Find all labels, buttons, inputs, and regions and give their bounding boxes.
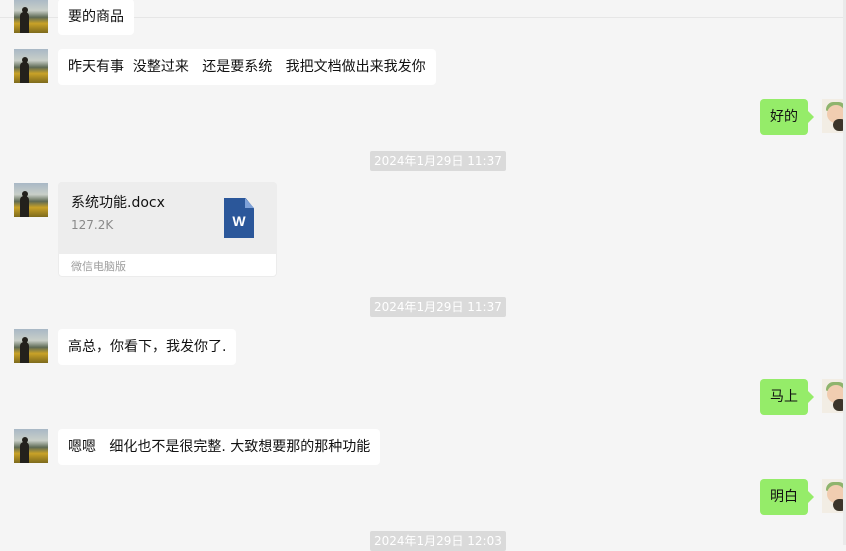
message-bubble-outgoing[interactable]: 马上 — [760, 379, 814, 415]
message-bubble-outgoing[interactable]: 好的 — [760, 99, 814, 135]
file-name: 系统功能.docx — [71, 195, 165, 211]
contact-avatar[interactable] — [14, 329, 48, 363]
file-size: 127.2K — [71, 218, 114, 232]
message-bubble-incoming[interactable]: 昨天有事 没整过来 还是要系统 我把文档做出来我发你 — [58, 49, 436, 85]
message-bubble-incoming[interactable]: 嗯嗯 细化也不是很完整. 大致想要那的那种功能 — [58, 429, 381, 465]
message-bubble-outgoing[interactable]: 明白 — [760, 479, 814, 515]
file-source-label: 微信电脑版 — [71, 260, 126, 273]
message-timestamp: 2024年1月29日 12:03 — [370, 531, 506, 551]
message-timestamp: 2024年1月29日 11:37 — [370, 297, 506, 317]
file-message-card[interactable]: 系统功能.docx 127.2K W 微信电脑版 — [58, 182, 277, 277]
contact-avatar[interactable] — [14, 49, 48, 83]
contact-avatar[interactable] — [14, 183, 48, 217]
message-timestamp: 2024年1月29日 11:37 — [370, 151, 506, 171]
message-bubble-incoming[interactable]: 高总，你看下，我发你了. — [58, 329, 237, 365]
contact-avatar[interactable] — [14, 0, 48, 33]
message-bubble-incoming[interactable]: 要的商品 — [58, 0, 134, 35]
contact-avatar[interactable] — [14, 429, 48, 463]
word-doc-letter: W — [232, 213, 246, 229]
